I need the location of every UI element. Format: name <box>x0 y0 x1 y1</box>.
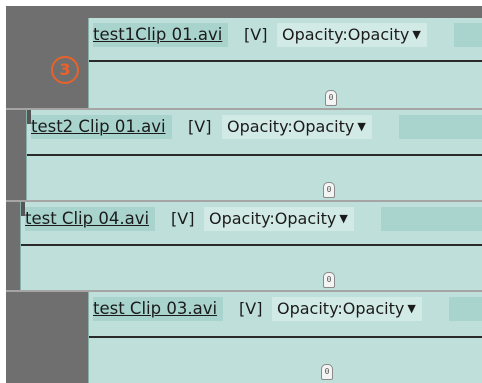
clip-name[interactable]: test1Clip 01.avi <box>93 23 229 47</box>
clip-track-1[interactable]: test1Clip 01.avi [V] Opacity:Opacity ▼ 0 <box>88 18 482 108</box>
property-dropdown-label: Opacity:Opacity <box>209 209 337 228</box>
clip-header-fill <box>454 23 482 47</box>
opacity-rubber-band[interactable] <box>89 336 482 338</box>
property-dropdown[interactable]: Opacity:Opacity ▼ <box>272 297 422 321</box>
keyframe-handle-icon[interactable]: 0 <box>323 272 335 288</box>
clip-type-label: [V] <box>171 209 195 228</box>
clip-name[interactable]: test2 Clip 01.avi <box>31 115 172 139</box>
property-dropdown-label: Opacity:Opacity <box>227 117 355 136</box>
clip-header: test1Clip 01.avi [V] Opacity:Opacity ▼ <box>89 18 482 48</box>
clip-header-fill <box>399 115 482 139</box>
clip-type-label: [V] <box>244 25 268 44</box>
clip-type-label: [V] <box>188 117 212 136</box>
clip-header: test2 Clip 01.avi [V] Opacity:Opacity ▼ <box>27 110 482 140</box>
property-dropdown[interactable]: Opacity:Opacity ▼ <box>277 23 427 47</box>
opacity-rubber-band[interactable] <box>89 60 482 62</box>
keyframe-handle-icon[interactable]: 0 <box>321 364 333 380</box>
clip-type-label: [V] <box>239 299 263 318</box>
timeline-panel: test1Clip 01.avi [V] Opacity:Opacity ▼ 0 … <box>6 6 482 383</box>
property-dropdown[interactable]: Opacity:Opacity ▼ <box>222 115 372 139</box>
property-dropdown[interactable]: Opacity:Opacity ▼ <box>204 207 354 231</box>
chevron-down-icon: ▼ <box>412 28 421 41</box>
clip-header-fill <box>449 297 482 321</box>
opacity-rubber-band[interactable] <box>27 154 482 156</box>
property-dropdown-label: Opacity:Opacity <box>277 299 405 318</box>
keyframe-handle-icon[interactable]: 0 <box>325 90 337 106</box>
clip-header: test Clip 03.avi [V] Opacity:Opacity ▼ <box>89 292 482 322</box>
clip-track-2[interactable]: test2 Clip 01.avi [V] Opacity:Opacity ▼ 0 <box>26 110 482 200</box>
clip-track-4[interactable]: test Clip 03.avi [V] Opacity:Opacity ▼ 0 <box>88 292 482 383</box>
chevron-down-icon: ▼ <box>407 302 416 315</box>
opacity-rubber-band[interactable] <box>21 244 482 246</box>
clip-name[interactable]: test Clip 04.avi <box>25 207 156 231</box>
annotation-badge: 3 <box>51 56 79 84</box>
clip-track-3[interactable]: test Clip 04.avi [V] Opacity:Opacity ▼ 0 <box>20 202 482 290</box>
clip-header: test Clip 04.avi [V] Opacity:Opacity ▼ <box>21 202 482 232</box>
property-dropdown-label: Opacity:Opacity <box>282 25 410 44</box>
clip-name[interactable]: test Clip 03.avi <box>93 297 224 321</box>
clip-header-fill <box>381 207 482 231</box>
keyframe-handle-icon[interactable]: 0 <box>323 182 335 198</box>
chevron-down-icon: ▼ <box>357 120 366 133</box>
chevron-down-icon: ▼ <box>339 212 348 225</box>
